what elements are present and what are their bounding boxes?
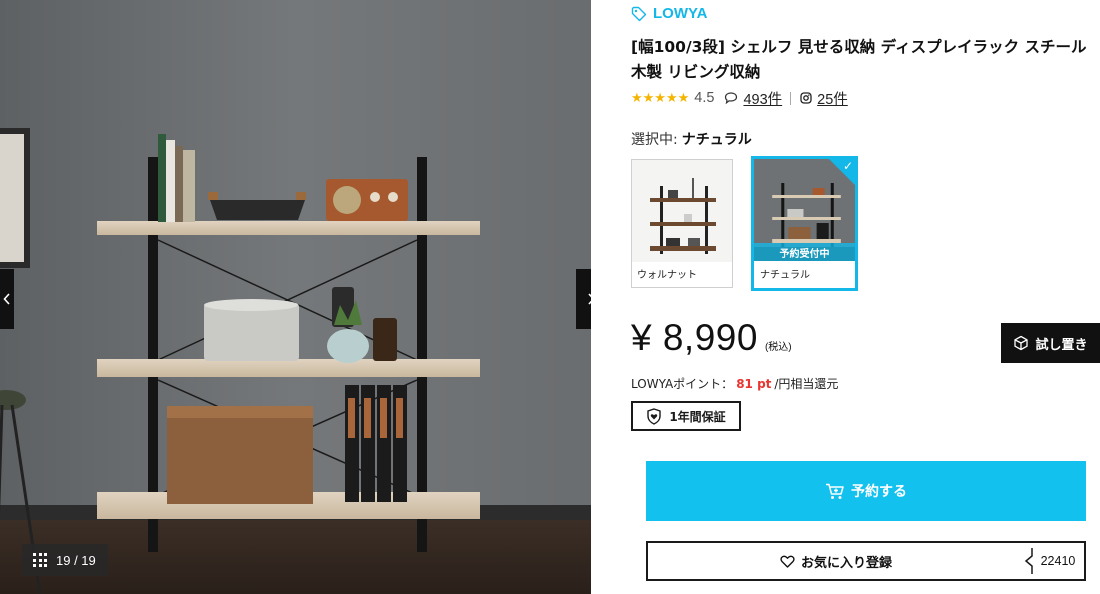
review-count-link[interactable]: 493件 (743, 88, 782, 109)
variant-natural[interactable]: 予約受付中 ✓ ナチュラル (751, 156, 858, 291)
shield-heart-icon (647, 407, 662, 425)
heart-icon (780, 555, 795, 568)
preorder-badge: 予約受付中 (754, 243, 855, 261)
variant-walnut[interactable]: ウォルナット (631, 159, 733, 288)
selected-variant-row: 選択中: ナチュラル (631, 129, 752, 149)
product-title: [幅100/3段] シェルフ 見せる収納 ディスプレイラック スチール 木製 リ… (631, 38, 1087, 81)
favorite-count: 22410 (1040, 554, 1076, 568)
selected-value: ナチュラル (681, 132, 752, 148)
reserve-button[interactable]: 予約する (646, 461, 1086, 521)
variant-label: ウォルナット (637, 270, 697, 281)
rating-row: ★★★★★ 4.5 493件 25件 (631, 88, 848, 108)
favorite-label: お気に入り登録 (800, 555, 892, 571)
tag-icon (631, 6, 647, 21)
price-tax-note: (税込) (764, 342, 792, 353)
prev-photo-button[interactable] (0, 269, 14, 329)
rating-stars: ★★★★★ (631, 90, 690, 105)
points-value: 81 pt (736, 377, 772, 391)
rating-value: 4.5 (694, 90, 715, 106)
comment-icon (724, 91, 738, 105)
photo-counter-button[interactable]: 19 / 19 (22, 544, 108, 576)
chevron-right-icon (588, 293, 591, 305)
instagram-icon (800, 92, 812, 104)
brand-name: LOWYA (653, 5, 708, 22)
variant-walnut-thumbnail (632, 160, 732, 262)
product-info-panel: LOWYA [幅100/3段] シェルフ 見せる収納 ディスプレイラック スチー… (631, 0, 1100, 594)
points-row: LOWYAポイント： 81 pt/円相当還元 (631, 375, 838, 392)
cube-icon (1014, 335, 1029, 351)
points-suffix: /円相当還元 (774, 377, 839, 391)
product-photo-gallery: 19 / 19 (0, 0, 591, 594)
brand-link[interactable]: LOWYA (631, 5, 707, 22)
try-placement-button[interactable]: 試し置き (1001, 323, 1100, 363)
try-placement-label: 試し置き (1035, 337, 1088, 353)
instagram-count-link[interactable]: 25件 (817, 88, 848, 109)
price-amount: ¥ 8,990 (631, 317, 758, 358)
check-icon: ✓ (842, 159, 853, 173)
chevron-left-icon (3, 293, 10, 305)
grid-icon (33, 553, 47, 567)
variant-label: ナチュラル (760, 270, 810, 281)
favorite-button[interactable]: お気に入り登録 22410 (646, 541, 1086, 581)
warranty-badge: 1年間保証 (631, 401, 741, 431)
price: ¥ 8,990 (税込) (631, 317, 792, 359)
cart-icon (826, 483, 844, 499)
product-photo (0, 0, 591, 594)
photo-counter-text: 19 / 19 (56, 552, 96, 568)
warranty-label: 1年間保証 (669, 409, 726, 424)
points-label: LOWYAポイント： (631, 377, 734, 391)
reserve-label: 予約する (851, 484, 907, 500)
next-photo-button[interactable] (576, 269, 591, 329)
selected-label: 選択中: (631, 132, 678, 148)
favorite-main: お気に入り登録 (648, 543, 1024, 579)
divider (790, 91, 792, 105)
